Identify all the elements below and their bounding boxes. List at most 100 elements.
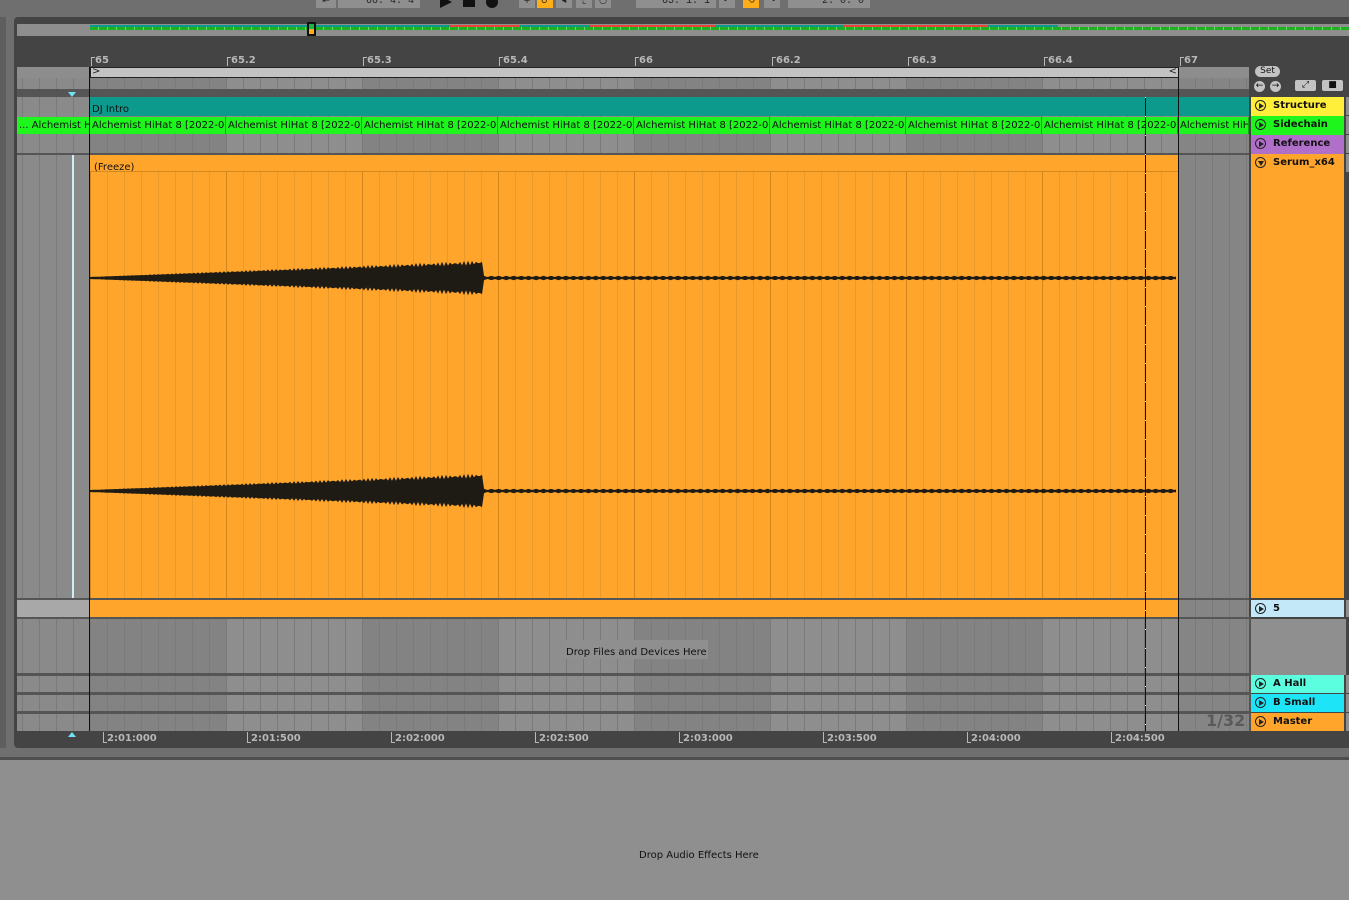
track-name: A Hall xyxy=(1273,678,1307,689)
drop-audio-effects-label: Drop Audio Effects Here xyxy=(639,850,759,861)
clip-name: Alchemist HiHat 8 [2022-03 xyxy=(500,120,634,131)
track-header-5-serum-x64[interactable]: 5 Serum_x64 xyxy=(1251,600,1344,631)
loop-end-line xyxy=(1178,67,1179,731)
loop-start-line xyxy=(89,67,90,731)
clip-name: Alchemist HiHat 8 [2022-03 xyxy=(228,120,362,131)
track-name: Reference xyxy=(1273,138,1331,149)
lane-fill xyxy=(17,600,90,617)
unfold-icon[interactable] xyxy=(1255,100,1266,111)
end-marker-icon[interactable] xyxy=(68,732,76,737)
track-header-reference[interactable]: Reference xyxy=(1251,135,1344,154)
clip-name: Alchemist HiHat 8 [2022-03 xyxy=(1044,120,1178,131)
loop-end-marker-icon[interactable]: < xyxy=(1169,67,1177,77)
track-header-serum-x64[interactable]: Serum_x64 xyxy=(1251,154,1344,598)
clip-hihat[interactable]: ... Alchemist H xyxy=(17,117,90,134)
overview-segment xyxy=(520,25,590,27)
time-tick: 2:04:000 xyxy=(967,732,1021,744)
lane-separator xyxy=(17,711,1249,714)
time-ruler[interactable]: 2:01:000 2:01:500 2:02:000 2:02:500 2:03… xyxy=(17,731,1249,747)
clip-name: Alchemist HiHat 8 [2022-03 xyxy=(364,120,498,131)
transport-bar: ⇤ 66. 4. 4 + ♂ ◂ ⌞ ○ 65. 1. 1 ↶ ⟲ ↷ 2. 0… xyxy=(0,0,1349,10)
unfold-icon[interactable] xyxy=(1255,716,1266,727)
clip-name: Alchemist HiHat 8 [2022-03 xyxy=(772,120,906,131)
loop-button[interactable]: ⟲ xyxy=(743,0,759,8)
grid-quantization-label[interactable]: 1/32 xyxy=(1206,711,1245,730)
device-view[interactable]: Drop Audio Effects Here xyxy=(0,757,1349,900)
waveform-channel-left xyxy=(90,260,1176,296)
time-tick: 2:01:500 xyxy=(247,732,301,744)
track-header-sidechain[interactable]: Sidechain xyxy=(1251,116,1344,135)
time-tick: 2:04:500 xyxy=(1111,732,1165,744)
play-button[interactable] xyxy=(440,0,452,8)
fold-icon[interactable] xyxy=(1255,157,1266,168)
track-header-structure[interactable]: Structure xyxy=(1251,97,1344,116)
expand-icon[interactable]: ⤢ xyxy=(1295,80,1316,91)
start-marker-icon[interactable] xyxy=(68,92,76,97)
track-header-a-hall[interactable]: A Hall xyxy=(1251,675,1344,693)
ruler-tick: 65.4 xyxy=(499,55,528,66)
beat-time-ruler[interactable]: 65 65.2 65.3 65.4 66 66.2 66.3 66.4 67 xyxy=(17,50,1249,68)
clip-serum-freeze[interactable]: (Freeze) xyxy=(90,155,1179,598)
overview-segment xyxy=(715,25,843,27)
unfold-icon[interactable] xyxy=(1255,119,1266,130)
clip-hihat[interactable]: Alchemist HiHat 8 [2022-03 xyxy=(90,117,226,134)
lane-separator xyxy=(17,89,1249,97)
song-overview[interactable] xyxy=(17,22,1349,36)
next-locator-icon[interactable]: → xyxy=(1270,81,1281,92)
grid-line xyxy=(22,78,23,731)
overview-position-handle[interactable] xyxy=(307,22,316,36)
track-header-master[interactable]: Master xyxy=(1251,713,1344,731)
insert-marker xyxy=(72,155,74,598)
set-locator-button[interactable]: Set xyxy=(1255,66,1280,77)
ruler-tick: 66.3 xyxy=(908,55,937,66)
clip-dj-intro[interactable]: DJ Intro xyxy=(90,97,1249,116)
track-name: B Small xyxy=(1273,697,1316,708)
clip-hihat[interactable]: Alchemist HiHat 8 [2022-03 xyxy=(634,117,770,134)
lock-icon[interactable]: ■ xyxy=(1322,80,1343,91)
playhead-highlight xyxy=(1145,97,1146,731)
loop-start-field[interactable]: 65. 1. 1 xyxy=(636,0,716,8)
previous-locator-icon[interactable]: ← xyxy=(1254,81,1265,92)
session-record-button[interactable]: ○ xyxy=(595,0,611,8)
clip-hihat[interactable]: Alchemist HiHat 8 [2022-03 xyxy=(906,117,1042,134)
clip-hihat[interactable]: Alchemist HiHat 8 [2022-03 xyxy=(362,117,498,134)
clip-name: Alchemist HiHat 8 [2022-03 xyxy=(636,120,770,131)
drop-files-zone[interactable]: Drop Files and Devices Here xyxy=(565,640,708,659)
track-header-b-small[interactable]: B Small xyxy=(1251,694,1344,712)
loop-length-field[interactable]: 2. 0. 0 xyxy=(788,0,870,8)
loop-start-marker-icon[interactable]: > xyxy=(92,67,100,77)
punch-in-button[interactable]: ↶ xyxy=(719,0,735,8)
record-button[interactable] xyxy=(486,0,498,8)
ruler-tick: 66 xyxy=(635,55,653,66)
track-name: Serum_x64 xyxy=(1273,157,1335,168)
overview-clip-strip xyxy=(90,27,1349,30)
unfold-icon[interactable] xyxy=(1255,603,1266,614)
clip-hihat[interactable]: Alchemist HiH xyxy=(1178,117,1249,134)
clip-serum-automation[interactable] xyxy=(90,600,1179,617)
arrangement-position-field[interactable]: 66. 4. 4 xyxy=(338,0,420,8)
clip-hihat[interactable]: Alchemist HiHat 8 [2022-03 xyxy=(770,117,906,134)
grid-bar-shade xyxy=(17,78,90,731)
clip-name: Alchemist HiH xyxy=(1180,120,1249,131)
unfold-icon[interactable] xyxy=(1255,697,1266,708)
clip-hihat[interactable]: Alchemist HiHat 8 [2022-03 xyxy=(226,117,362,134)
automation-arm-button[interactable]: ♂ xyxy=(537,0,553,8)
unfold-icon[interactable] xyxy=(1255,678,1266,689)
clip-hihat[interactable]: Alchemist HiHat 8 [2022-03 xyxy=(498,117,634,134)
stop-button[interactable] xyxy=(463,0,475,7)
lane-separator xyxy=(17,617,1249,619)
back-to-arrangement-button[interactable]: ◂ xyxy=(556,0,572,8)
sidechain-lane: ... Alchemist H Alchemist HiHat 8 [2022-… xyxy=(17,116,1249,135)
tempo-follow-icon[interactable]: ⇤ xyxy=(316,0,336,8)
overdub-button[interactable]: + xyxy=(519,0,535,8)
waveform xyxy=(90,260,1176,509)
track-name: Master xyxy=(1273,716,1313,727)
waveform-path xyxy=(90,260,1176,296)
capture-button[interactable]: ⌞ xyxy=(576,0,592,8)
time-tick: 2:03:000 xyxy=(679,732,733,744)
loop-brace[interactable]: > < xyxy=(90,67,1179,78)
ruler-tick: 66.4 xyxy=(1044,55,1073,66)
punch-out-button[interactable]: ↷ xyxy=(764,0,780,8)
unfold-icon[interactable] xyxy=(1255,138,1266,149)
clip-hihat[interactable]: Alchemist HiHat 8 [2022-03 xyxy=(1042,117,1178,134)
